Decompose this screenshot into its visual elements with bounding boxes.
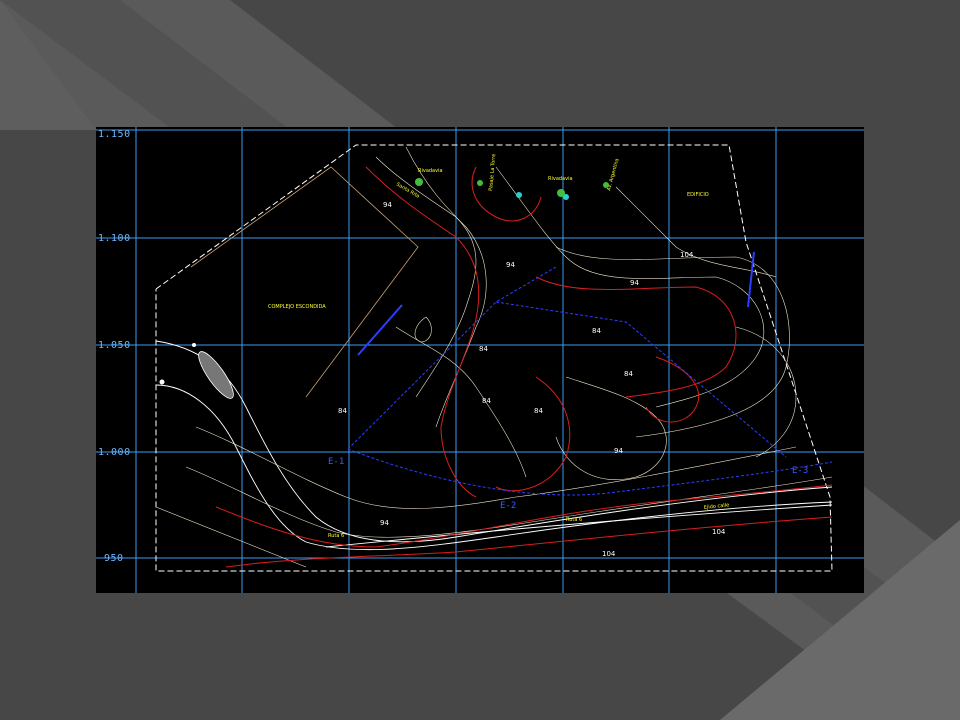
contour-line — [365, 166, 480, 498]
survey-point-icon — [192, 343, 196, 347]
elevation-label: 94 — [380, 519, 389, 527]
contour-line — [215, 484, 833, 548]
contour-line — [555, 376, 667, 480]
topographic-map: 94 94 104 94 84 84 84 84 84 84 94 94 104… — [96, 127, 864, 593]
elevation-label: 84 — [338, 407, 347, 415]
street-label: Rivadavia — [418, 168, 443, 174]
contour-line — [375, 156, 477, 398]
minor-contours — [155, 146, 833, 568]
section-marker — [747, 251, 755, 308]
section-marker — [357, 304, 403, 356]
section-line-e1 — [347, 266, 557, 450]
hatched-area — [198, 351, 234, 399]
road-edge — [325, 504, 833, 548]
place-labels: COMPLEJO ESCONDIDA EDIFICIO Rivadavia Ri… — [268, 154, 730, 539]
complex-label: COMPLEJO ESCONDIDA — [268, 304, 326, 310]
elevation-label: 104 — [602, 550, 616, 558]
contour-line — [495, 376, 571, 492]
section-label: E-1 — [328, 457, 344, 467]
elevation-label: 104 — [712, 528, 726, 536]
elevation-label: 84 — [482, 397, 491, 405]
contour-line — [405, 146, 487, 428]
contour-line — [395, 326, 527, 478]
contour-line — [225, 516, 833, 568]
road-lines — [155, 340, 833, 551]
street-label: Rivadavia — [548, 176, 573, 182]
contour-line — [645, 356, 700, 423]
elevation-label: 84 — [534, 407, 543, 415]
contour-line — [471, 166, 542, 222]
contour-line — [555, 246, 790, 438]
elevation-label: 94 — [383, 201, 392, 209]
street-label: Av. Argentina — [606, 158, 620, 192]
elevation-label: 94 — [630, 279, 639, 287]
tree-icon — [415, 178, 423, 186]
elevation-label: 84 — [624, 370, 633, 378]
building-label: EDIFICIO — [687, 192, 709, 198]
section-label: E-3 — [792, 466, 808, 476]
y-axis-label: 950 — [104, 553, 124, 564]
major-contours — [215, 166, 833, 568]
section-label: E-2 — [500, 501, 516, 511]
map-drawing: 94 94 104 94 84 84 84 84 84 84 94 94 104… — [96, 127, 864, 593]
elevation-label: 94 — [506, 261, 515, 269]
tree-icon — [516, 192, 522, 198]
elevation-label: 84 — [479, 345, 488, 353]
elevation-label: 94 — [614, 447, 623, 455]
contour-line — [414, 316, 432, 343]
y-axis-label: 1.150 — [98, 129, 131, 140]
tree-icon — [563, 194, 569, 200]
elevation-label: 104 — [680, 251, 694, 259]
y-axis-label: 1.100 — [98, 233, 131, 244]
contour-line — [535, 276, 737, 398]
survey-point-icon — [159, 379, 165, 385]
y-axis-label: 1.000 — [98, 447, 131, 458]
route-label: Ruta 6 — [328, 533, 344, 539]
tree-icon — [477, 180, 483, 186]
contour-line — [735, 326, 797, 458]
section-lines — [347, 266, 833, 496]
section-labels: E-1 E-2 E-3 — [328, 457, 808, 511]
route-label: Ruta 6 — [566, 517, 582, 523]
street-label: Pasaje La Torre — [488, 154, 497, 192]
y-axis-label: 1.050 — [98, 340, 131, 351]
elevation-label: 84 — [592, 327, 601, 335]
